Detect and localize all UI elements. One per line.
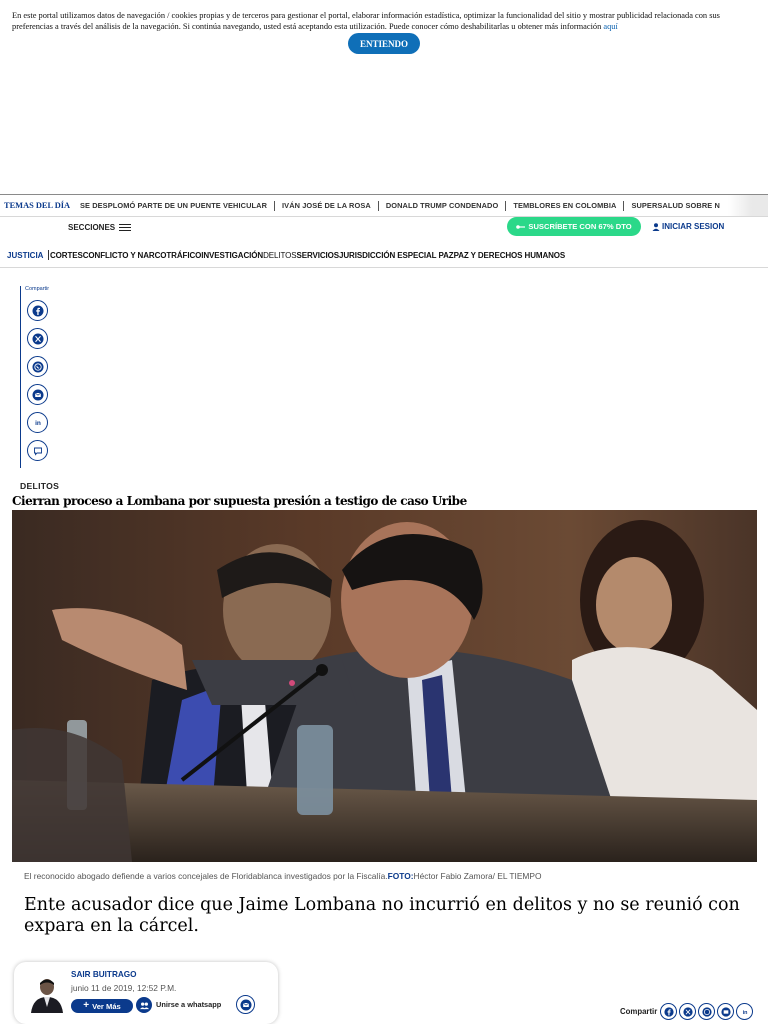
see-more-button[interactable]: + Ver Más	[71, 999, 133, 1013]
trending-divider	[505, 200, 507, 211]
bottom-share-bar: Compartir in	[620, 1003, 754, 1020]
email-icon[interactable]	[236, 995, 255, 1014]
trending-divider	[274, 200, 276, 211]
section-nav-item[interactable]: SERVICIOS	[296, 251, 339, 260]
sections-label: SECCIONES	[68, 223, 116, 232]
article-headline: Cierran proceso a Lombana por supuesta p…	[12, 494, 467, 508]
author-card: SAIR BUITRAGO junio 11 de 2019, 12:52 P.…	[14, 962, 278, 1024]
trending-item[interactable]: SUPERSALUD SOBRE N	[631, 201, 719, 210]
whatsapp-icon[interactable]	[698, 1003, 716, 1020]
photo-caption: El reconocido abogado defiende a varios …	[24, 871, 542, 881]
group-icon[interactable]	[136, 997, 152, 1013]
subscribe-button[interactable]: SUSCRÍBETE CON 67% DTO	[507, 217, 641, 236]
trending-item[interactable]: SE DESPLOMÓ PARTE DE UN PUENTE VEHICULAR	[80, 201, 267, 210]
share-sidebar: Compartir in	[20, 286, 60, 468]
caption-text: El reconocido abogado defiende a varios …	[24, 871, 388, 881]
subscribe-label: SUSCRÍBETE CON 67% DTO	[528, 222, 632, 231]
section-title[interactable]: JUSTICIA	[0, 251, 48, 260]
photo-label: FOTO:	[387, 871, 414, 881]
key-icon	[516, 224, 526, 229]
x-icon[interactable]	[27, 328, 48, 349]
plus-icon: +	[83, 1000, 90, 1011]
share-label: Compartir	[25, 286, 50, 292]
facebook-icon[interactable]	[27, 300, 48, 321]
photo-credit: Héctor Fabio Zamora/ EL TIEMPO	[413, 871, 542, 881]
svg-text:in: in	[35, 420, 41, 427]
site-header: SECCIONES SUSCRÍBETE CON 67% DTO INICIAR…	[0, 217, 768, 239]
section-divider	[48, 250, 49, 260]
hamburger-icon	[119, 223, 132, 232]
user-icon	[652, 222, 660, 231]
linkedin-icon[interactable]: in	[736, 1003, 754, 1020]
trending-divider	[377, 200, 379, 211]
article-category[interactable]: DELITOS	[20, 481, 59, 491]
trending-fade	[728, 195, 768, 216]
sections-menu-button[interactable]: SECCIONES	[68, 223, 132, 232]
cookie-banner: En este portal utilizamos datos de naveg…	[0, 0, 768, 33]
svg-text:in: in	[742, 1009, 747, 1015]
section-nav-item[interactable]: JURISDICCIÓN ESPECIAL PAZ	[339, 251, 454, 260]
login-link[interactable]: INICIAR SESION	[652, 222, 724, 231]
section-nav: JUSTICIA CORTES CONFLICTO Y NARCOTRÁFICO…	[0, 243, 768, 268]
x-icon[interactable]	[679, 1003, 697, 1020]
trending-item[interactable]: DONALD TRUMP CONDENADO	[386, 201, 499, 210]
avatar[interactable]	[29, 975, 65, 1013]
see-more-label: Ver Más	[92, 1001, 121, 1011]
login-label: INICIAR SESION	[662, 222, 725, 231]
cookie-accept-button[interactable]: ENTIENDO	[348, 33, 420, 54]
join-whatsapp-link[interactable]: Unirse a whatsapp	[156, 1000, 221, 1009]
trending-divider	[623, 200, 625, 211]
whatsapp-icon[interactable]	[27, 356, 48, 377]
article-photo	[12, 510, 757, 862]
trending-item[interactable]: IVÁN JOSÉ DE LA ROSA	[282, 201, 371, 210]
author-name[interactable]: SAIR BUITRAGO	[71, 970, 137, 979]
section-nav-item[interactable]: DELITOS	[263, 251, 296, 260]
email-icon[interactable]	[717, 1003, 735, 1020]
comment-icon[interactable]	[27, 440, 48, 461]
linkedin-icon[interactable]: in	[27, 412, 48, 433]
trending-item[interactable]: TEMBLORES EN COLOMBIA	[513, 201, 616, 210]
section-nav-item[interactable]: CONFLICTO Y NARCOTRÁFICO	[83, 251, 202, 260]
cookie-more-info-link[interactable]: aquí	[603, 22, 617, 31]
email-icon[interactable]	[27, 384, 48, 405]
bottom-share-label: Compartir	[620, 1007, 658, 1016]
section-nav-item[interactable]: CORTES	[50, 251, 83, 260]
article-dek: Ente acusador dice que Jaime Lombana no …	[24, 895, 740, 936]
facebook-icon[interactable]	[660, 1003, 678, 1020]
trending-bar: TEMAS DEL DÍA SE DESPLOMÓ PARTE DE UN PU…	[0, 194, 768, 217]
section-nav-item[interactable]: PAZ Y DERECHOS HUMANOS	[454, 251, 566, 260]
cookie-text: En este portal utilizamos datos de naveg…	[12, 11, 756, 33]
section-nav-item[interactable]: INVESTIGACIÓN	[201, 251, 263, 260]
publish-date: junio 11 de 2019, 12:52 P.M.	[71, 983, 177, 993]
trending-title: TEMAS DEL DÍA	[4, 201, 71, 210]
